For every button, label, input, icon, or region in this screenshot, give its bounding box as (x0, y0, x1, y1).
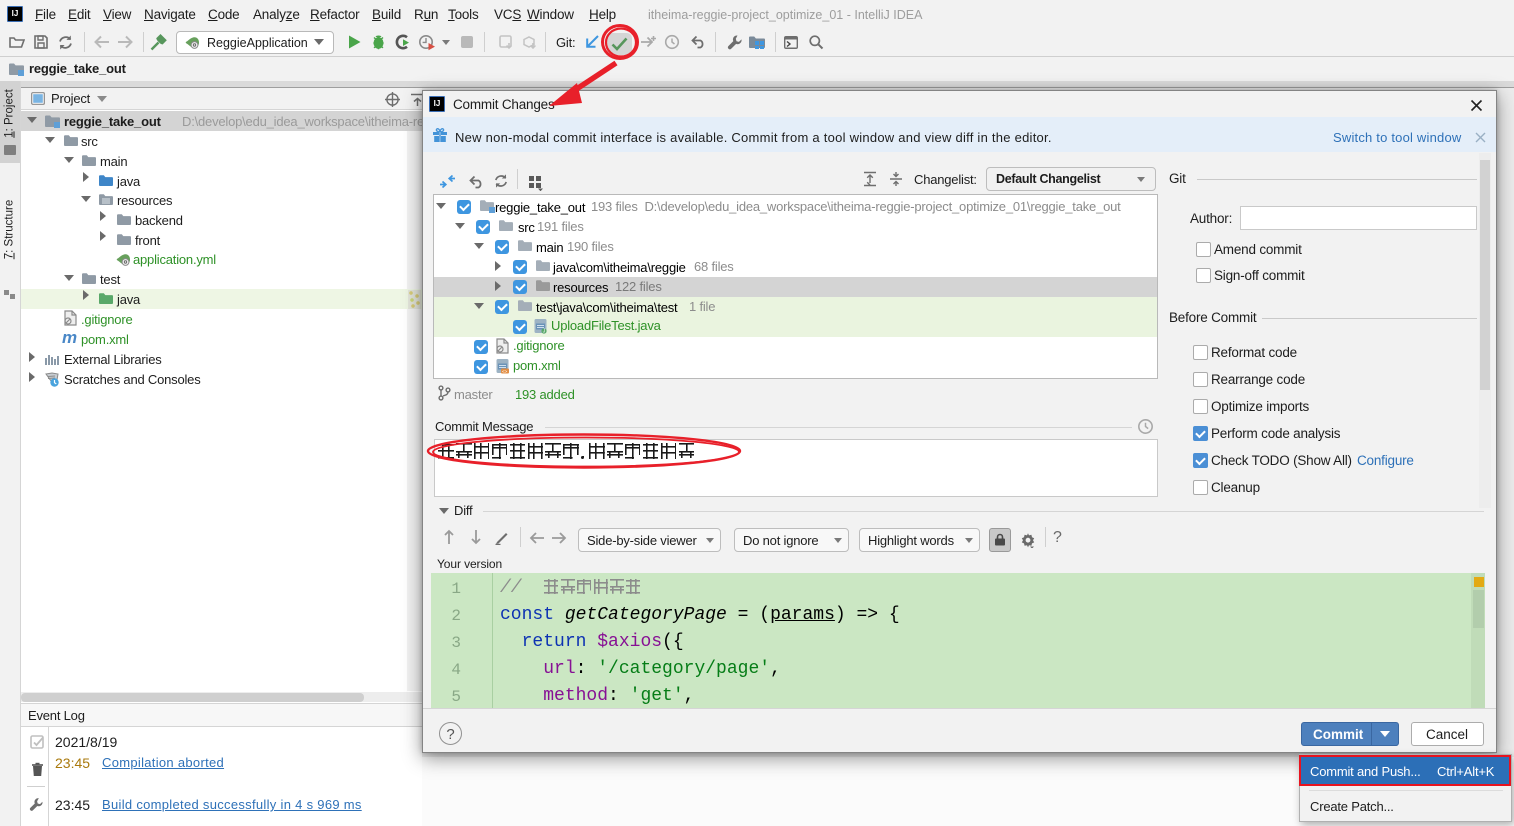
svg-text:<>: <> (502, 369, 508, 374)
